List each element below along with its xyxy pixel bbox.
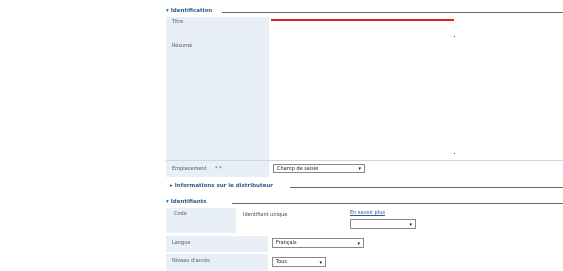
section3-legend[interactable]: ▾ Identifiants [166,199,209,205]
restriction-label: Niveau d'accès [172,258,210,264]
restriction-select-value: Tous [276,259,288,265]
language-label: Langue [172,240,191,246]
summary-label: Résumé [172,43,193,49]
section2-rule [290,187,563,188]
triangle-down-icon[interactable]: ▾ [166,8,169,14]
section1-top-rule [222,12,563,13]
code-value: Identifiant unique [243,212,288,218]
restriction-select[interactable]: Tous ▾ [272,257,326,267]
section1-legend[interactable]: ▾ Identification [166,8,215,14]
code-link[interactable]: En savoir plus [350,210,385,216]
title-error-underline [271,19,454,21]
location-select[interactable]: Champ de saisie ▾ [273,164,365,173]
section1-legend-text: Identification [170,8,213,14]
title-label: Titre [172,19,184,25]
chevron-down-icon: ▾ [358,166,361,172]
code-label: Code [174,211,187,217]
location-select-value: Champ de saisie [277,166,319,172]
summary-resize-dot-bottom [454,153,455,154]
section2-legend[interactable]: ▸ Informations sur le distributeur [170,183,275,189]
code-select[interactable]: ▾ [350,219,416,229]
section2-legend-text: Informations sur le distributeur [174,183,273,189]
location-asterisks: * * [215,166,222,172]
triangle-down-icon[interactable]: ▾ [166,199,169,205]
summary-resize-dot-top [454,36,455,37]
chevron-down-icon: ▾ [319,260,322,266]
section1-divider [268,17,269,177]
chevron-down-icon: ▾ [409,222,412,228]
section3-legend-text: Identifiants [170,199,207,205]
triangle-right-icon[interactable]: ▸ [170,183,173,189]
chevron-down-icon: ▾ [357,241,360,247]
summary-textarea[interactable] [271,26,461,156]
location-label: Emplacement [172,166,207,172]
language-select-value: Français [276,240,297,246]
language-select[interactable]: Français ▾ [272,238,364,248]
section1-inner-rule [166,160,563,161]
section3-rule [232,203,563,204]
section1-label-column [166,17,268,177]
